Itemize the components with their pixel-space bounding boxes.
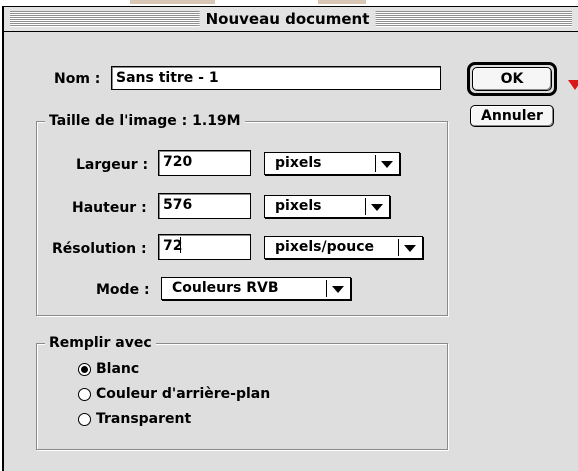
width-label: Largeur : (76, 157, 149, 173)
height-field-value: 576 (163, 197, 193, 213)
chevron-down-icon (365, 198, 387, 215)
fill-option-label: Transparent (96, 411, 192, 427)
cancel-button[interactable]: Annuler (470, 105, 554, 127)
text-caret (180, 237, 182, 253)
fill-option-label: Couleur d'arrière-plan (96, 386, 271, 402)
name-label: Nom : (54, 71, 101, 87)
mode-label: Mode : (96, 282, 150, 298)
mode-select[interactable]: Couleurs RVB (161, 277, 351, 300)
radio-empty-icon (78, 413, 91, 426)
width-field[interactable]: 720 (158, 150, 251, 176)
width-unit-value: pixels (275, 155, 322, 171)
resolution-label: Résolution : (52, 241, 147, 257)
width-field-value: 720 (163, 154, 193, 170)
radio-selected-icon (78, 363, 91, 376)
resolution-field[interactable]: 72 (158, 234, 251, 260)
resolution-unit-select[interactable]: pixels/pouce (264, 236, 423, 259)
ok-button-label: OK (500, 71, 524, 87)
width-unit-select[interactable]: pixels (264, 152, 400, 175)
dialog-titlebar[interactable]: Nouveau document (4, 7, 578, 32)
height-unit-select[interactable]: pixels (264, 195, 390, 218)
background-artifact (130, 0, 215, 4)
radio-empty-icon (78, 388, 91, 401)
chevron-down-icon (375, 155, 397, 172)
image-size-legend: Taille de l'image : 1.19M (45, 111, 245, 131)
chevron-down-icon (326, 280, 348, 297)
height-unit-value: pixels (275, 198, 322, 214)
height-label: Hauteur : (72, 200, 147, 216)
fill-option-label: Blanc (96, 361, 140, 377)
fill-legend: Remplir avec (45, 333, 156, 353)
background-artifact (318, 0, 366, 4)
name-field[interactable]: Sans titre - 1 (111, 66, 441, 90)
ok-button[interactable]: OK (472, 67, 552, 91)
cancel-button-label: Annuler (481, 108, 543, 124)
name-field-value: Sans titre - 1 (116, 70, 219, 86)
red-pointer-icon (568, 80, 578, 90)
resolution-unit-value: pixels/pouce (275, 239, 374, 255)
mode-value: Couleurs RVB (172, 280, 279, 296)
height-field[interactable]: 576 (158, 193, 251, 219)
dialog-title: Nouveau document (199, 10, 376, 28)
new-document-dialog: Nouveau document Nom : Sans titre - 1 OK… (2, 6, 578, 471)
chevron-down-icon (398, 239, 420, 256)
